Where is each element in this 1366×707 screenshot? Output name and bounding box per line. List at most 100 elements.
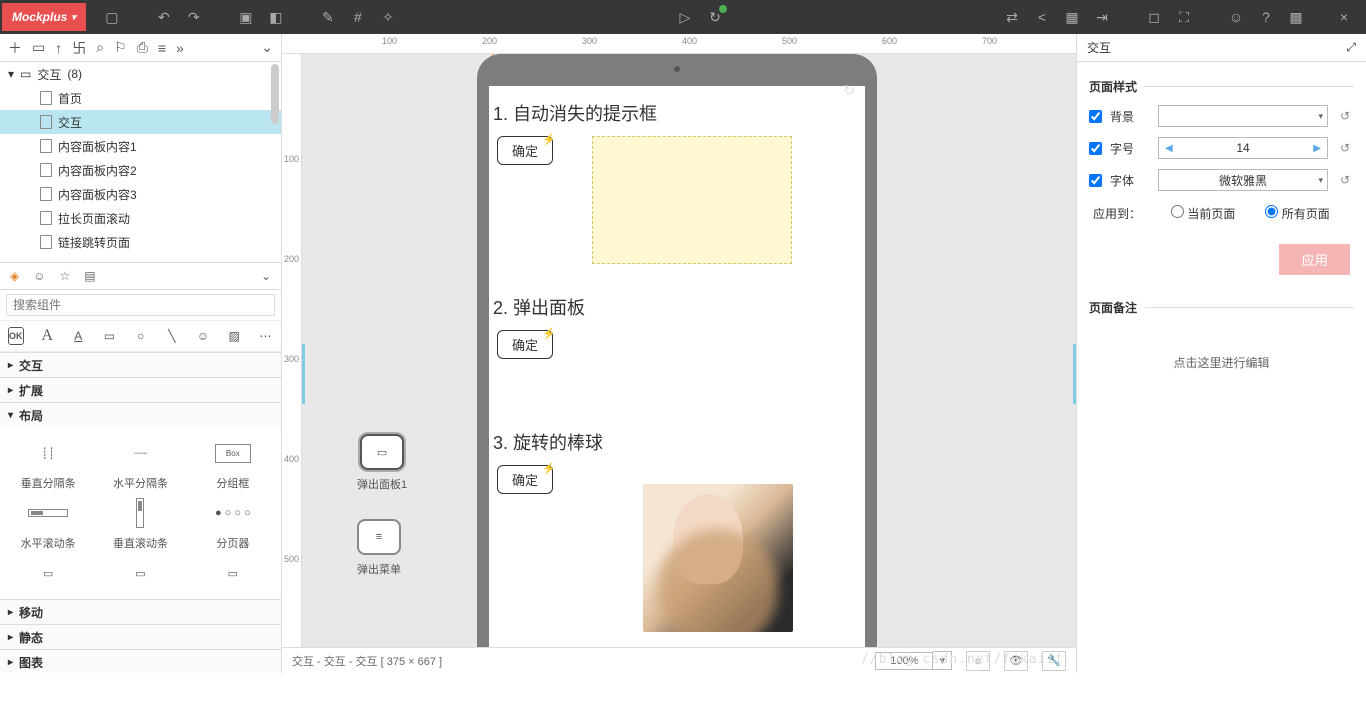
- window-icon[interactable]: ◻: [1146, 9, 1162, 25]
- more-icon[interactable]: »: [176, 40, 184, 56]
- eye-icon[interactable]: 👁: [1004, 651, 1028, 671]
- font-select[interactable]: 微软雅黑▾: [1158, 169, 1328, 191]
- acc-static[interactable]: 静态: [0, 624, 281, 649]
- tree-item[interactable]: 内容面板内容3: [0, 182, 281, 206]
- share-icon[interactable]: <: [1034, 9, 1050, 25]
- redo-icon[interactable]: ↷: [186, 9, 202, 25]
- image-icon[interactable]: ▣: [238, 9, 254, 25]
- acc-chart[interactable]: 图表: [0, 649, 281, 673]
- circle-shape[interactable]: ○: [133, 327, 148, 345]
- tree-item[interactable]: 链接跳转页面: [0, 230, 281, 254]
- ruler-horizontal[interactable]: 100 200 300 400 500 600 700: [282, 34, 1076, 54]
- list-icon[interactable]: ≡: [158, 40, 166, 56]
- float-popup-panel[interactable]: ▭弹出面板1: [357, 434, 407, 492]
- widget-extra[interactable]: ▭: [189, 555, 277, 591]
- tree-item[interactable]: 内容面板内容2: [0, 158, 281, 182]
- tree-item-selected[interactable]: 交互: [0, 110, 281, 134]
- export-icon[interactable]: ⇄: [1004, 9, 1020, 25]
- rect-shape[interactable]: ▭: [102, 327, 117, 345]
- face-shape[interactable]: ☺: [195, 327, 210, 345]
- save-icon[interactable]: ▢: [104, 9, 120, 25]
- widget-extra[interactable]: ▭: [4, 555, 92, 591]
- smiley-icon[interactable]: ☺: [33, 269, 45, 283]
- undo-icon[interactable]: ↶: [156, 9, 172, 25]
- toast-placeholder[interactable]: [592, 136, 792, 264]
- radio-current[interactable]: 当前页面: [1171, 205, 1235, 222]
- widget-groupbox[interactable]: Box分组框: [189, 435, 277, 491]
- eyedropper-icon[interactable]: ✎: [320, 9, 336, 25]
- user-icon[interactable]: ☺: [1228, 9, 1244, 25]
- tree-scrollbar[interactable]: [271, 64, 279, 124]
- search-icon[interactable]: ⌕: [96, 39, 104, 56]
- chevron-down-icon[interactable]: ⌄: [261, 269, 271, 283]
- underline-shape[interactable]: A: [71, 327, 86, 345]
- tree-item[interactable]: 拉长页面滚动: [0, 206, 281, 230]
- reset-icon[interactable]: ↺: [1336, 109, 1354, 123]
- app-logo[interactable]: Mockplus: [2, 3, 86, 31]
- ok-button-3[interactable]: 确定⚡: [497, 465, 553, 494]
- folder-icon[interactable]: ▭: [32, 39, 45, 56]
- star-icon[interactable]: ☆: [60, 269, 71, 283]
- search-input[interactable]: [6, 294, 275, 316]
- widget-extra[interactable]: ▭: [96, 555, 184, 591]
- widget-vscroll[interactable]: 垂直滚动条: [96, 495, 184, 551]
- text-shape[interactable]: A: [40, 327, 55, 345]
- ok-button-2[interactable]: 确定⚡: [497, 330, 553, 359]
- sample-image[interactable]: [643, 484, 793, 632]
- help-icon[interactable]: ?: [1258, 9, 1274, 25]
- grid-icon[interactable]: #: [350, 9, 366, 25]
- acc-layout[interactable]: 布局: [0, 402, 281, 427]
- zoom-value[interactable]: 100%: [875, 652, 933, 670]
- add-icon[interactable]: ＋: [8, 38, 22, 58]
- crop-icon[interactable]: ◧: [268, 9, 284, 25]
- line-shape[interactable]: ╲: [164, 327, 179, 345]
- acc-interaction[interactable]: 交互: [0, 352, 281, 377]
- reset-icon[interactable]: ↺: [1336, 173, 1354, 187]
- font-checkbox[interactable]: [1089, 174, 1102, 187]
- apply-button[interactable]: 应用: [1279, 244, 1350, 275]
- device-screen[interactable]: 1. 自动消失的提示框 确定⚡ 2. 弹出面板 确定⚡ 3. 旋转的棒球 确定⚡: [489, 86, 865, 647]
- tree-icon[interactable]: 卐: [72, 38, 86, 58]
- left-handle[interactable]: [302, 344, 305, 404]
- tree-item[interactable]: 首页: [0, 86, 281, 110]
- close-icon[interactable]: ×: [1336, 9, 1352, 25]
- wrench-icon[interactable]: 🔧: [1042, 651, 1066, 671]
- bg-checkbox[interactable]: [1089, 110, 1102, 123]
- collapse-icon[interactable]: ⤢: [1346, 40, 1356, 55]
- paint-icon[interactable]: ✧: [380, 9, 396, 25]
- reset-icon[interactable]: ↺: [1336, 141, 1354, 155]
- more-shape[interactable]: ⋯: [258, 327, 273, 345]
- fontsize-stepper[interactable]: ◀14▶: [1158, 137, 1328, 159]
- print-icon[interactable]: ⎙: [137, 39, 148, 56]
- zoom-dropdown[interactable]: ▾: [933, 651, 952, 670]
- canvas-stage[interactable]: ▭弹出面板1 ≡弹出菜单 ↻ 1. 自动消失的提示框 确定⚡ 2. 弹出面板: [302, 54, 1076, 647]
- acc-extend[interactable]: 扩展: [0, 377, 281, 402]
- float-popup-menu[interactable]: ≡弹出菜单: [357, 519, 401, 577]
- flag-icon[interactable]: ⚐: [114, 39, 127, 56]
- ok-shape[interactable]: OK: [8, 327, 24, 345]
- play-icon[interactable]: ▷: [677, 9, 693, 25]
- widget-hscroll[interactable]: 水平滚动条: [4, 495, 92, 551]
- sun-icon[interactable]: ☼: [966, 651, 990, 671]
- image-shape[interactable]: ▨: [227, 327, 242, 345]
- widget-hdivider[interactable]: ┈┈水平分隔条: [96, 435, 184, 491]
- ruler-vertical[interactable]: 100 200 300 400 500: [282, 54, 302, 647]
- fullscreen-icon[interactable]: ⛶: [1176, 9, 1192, 25]
- publish-icon[interactable]: ⇥: [1094, 9, 1110, 25]
- chevron-down-icon[interactable]: ⌄: [261, 39, 273, 56]
- bg-color-picker[interactable]: ▾: [1158, 105, 1328, 127]
- radio-all[interactable]: 所有页面: [1265, 205, 1329, 222]
- ok-button-1[interactable]: 确定⚡: [497, 136, 553, 165]
- avatar-icon[interactable]: ▩: [1288, 9, 1304, 25]
- fontsize-checkbox[interactable]: [1089, 142, 1102, 155]
- up-icon[interactable]: ↑: [55, 40, 62, 56]
- tree-item[interactable]: 内容面板内容1: [0, 134, 281, 158]
- acc-move[interactable]: 移动: [0, 599, 281, 624]
- widget-vdivider[interactable]: ┊┊垂直分隔条: [4, 435, 92, 491]
- components-icon[interactable]: ◈: [10, 269, 19, 283]
- tree-root[interactable]: ▾▭ 交互 (8): [0, 62, 281, 86]
- device-reload-icon[interactable]: ↻: [843, 82, 855, 99]
- qr-icon[interactable]: ▦: [1064, 9, 1080, 25]
- template-icon[interactable]: ▤: [84, 269, 95, 283]
- right-handle[interactable]: [1073, 344, 1076, 404]
